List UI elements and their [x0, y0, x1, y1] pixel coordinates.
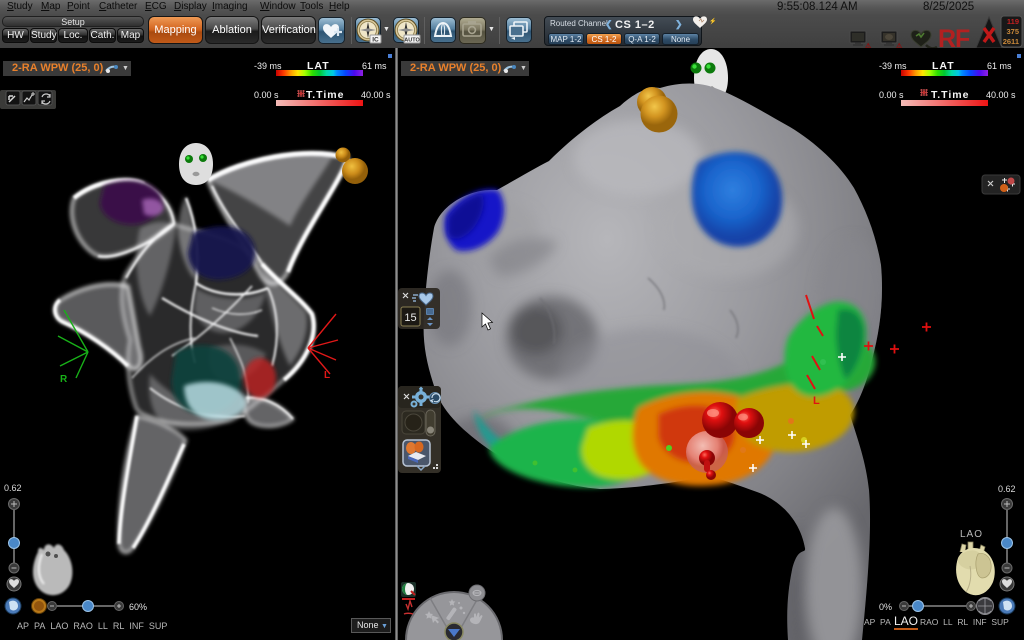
svg-text:60%: 60%	[129, 602, 147, 612]
svg-text:0%: 0%	[879, 602, 892, 612]
svg-text:LAO: LAO	[960, 529, 983, 540]
svg-text:R: R	[60, 374, 68, 385]
svg-text:L: L	[813, 395, 820, 407]
svg-text:L: L	[324, 370, 330, 381]
svg-text:119: 119	[1007, 17, 1019, 26]
svg-text:RF: RF	[938, 25, 970, 48]
svg-text:⚡: ⚡	[709, 17, 716, 25]
svg-text:2611: 2611	[1003, 37, 1019, 46]
svg-text:0.62: 0.62	[4, 483, 22, 493]
svg-text:15: 15	[404, 312, 416, 324]
svg-text:375: 375	[1006, 27, 1019, 36]
svg-text:0.62: 0.62	[998, 484, 1016, 494]
